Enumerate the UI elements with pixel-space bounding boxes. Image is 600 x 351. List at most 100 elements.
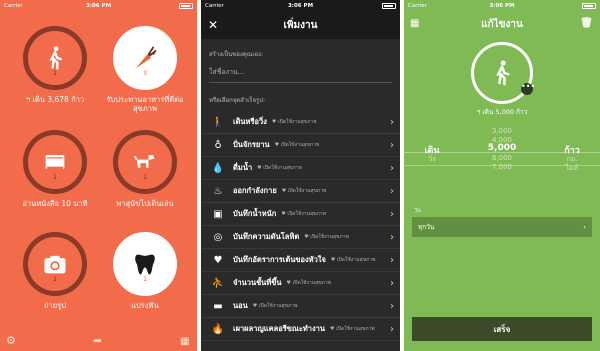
chevron-right-icon: › xyxy=(390,231,394,243)
choose-preset-hint: หรือเลือกจุดสำเร็จรูป: xyxy=(209,97,266,104)
task-name-input[interactable]: ใส่ชื่องาน... xyxy=(209,65,392,83)
picker-unit-column[interactable]: ก้าว กม. ไมล์ xyxy=(552,127,592,172)
calendar-icon[interactable]: ▦ xyxy=(180,336,189,347)
habit-label: ฯ เดิน 3,678 ก้าว xyxy=(25,95,85,104)
dog-icon xyxy=(133,155,155,168)
flame-icon: ♨ xyxy=(213,185,223,197)
calendar-icon[interactable]: ▦ xyxy=(410,18,419,29)
list-item[interactable]: ◎ บันทึกความดันโลหิต ♥ เปิดใช้งานสุขภาพ … xyxy=(201,226,400,249)
walking-icon xyxy=(496,60,510,86)
picker-option[interactable]: 3,000 xyxy=(482,127,522,136)
picker-amount-column[interactable]: 3,000 4,000 5,000 6,000 7,000 xyxy=(482,127,522,172)
list-item-subtitle: ♥ เปิดใช้งานสุขภาพ xyxy=(330,326,375,332)
habit-label: แปรงฟัน xyxy=(131,301,159,310)
schedule-label: วัน xyxy=(414,208,421,214)
done-button[interactable]: เสร็จ xyxy=(412,317,592,341)
chevron-right-icon: › xyxy=(390,116,394,128)
habit-progress-ring[interactable]: 1 xyxy=(23,26,87,90)
habit-progress-ring[interactable]: 1 xyxy=(113,130,177,194)
scale-icon: ▣ xyxy=(213,208,223,220)
water-drop-icon: 💧 xyxy=(211,162,225,174)
habit-count: 1 xyxy=(53,174,57,181)
list-item-title: นอน xyxy=(233,301,248,310)
list-item-title: บันทึกอัตราการเต้นของหัวใจ xyxy=(233,255,326,264)
list-item-subtitle: ♥ เปิดใช้งานสุขภาพ xyxy=(271,119,317,125)
picker-option[interactable]: วิ่ง xyxy=(412,154,452,163)
task-icon-ring[interactable]: ••• xyxy=(471,42,535,104)
habit-label: อ่านหนังสือ 10 นาที xyxy=(22,199,88,208)
list-item[interactable]: ♨ ออกกำลังกาย ♥ เปิดใช้งานสุขภาพ › xyxy=(201,180,400,203)
picker-option[interactable] xyxy=(412,163,452,172)
list-item[interactable]: ⛹ จำนวนชั้นที่ขึ้น ♥ เปิดใช้งานสุขภาพ › xyxy=(201,272,400,295)
habit-photo[interactable]: 1 ถ่ายรูป xyxy=(10,232,100,310)
habit-count: 1 xyxy=(143,276,147,283)
habit-label: รับประทานอาหารที่ดีต่อสุขภาพ xyxy=(106,95,184,113)
list-item-subtitle: ♥ เปิดใช้งานสุขภาพ xyxy=(330,257,376,263)
habit-progress-ring[interactable]: 3 xyxy=(113,26,177,90)
habit-overview-screen: Carrier 3:06 PM 1 ฯ เดิน 3,678 ก้าว 3 รั… xyxy=(0,0,197,351)
nav-bar: ✕ เพิ่มงาน xyxy=(201,11,400,39)
page-title: เพิ่มงาน xyxy=(283,19,318,31)
list-item[interactable]: 💧 ดื่มน้ำ ♥ เปิดใช้งานสุขภาพ › xyxy=(201,157,400,180)
more-options-icon[interactable]: ••• xyxy=(521,83,535,95)
list-item-subtitle: ♥ เปิดใช้งานสุขภาพ xyxy=(304,234,349,240)
list-item[interactable]: ♁ ปั่นจักรยาน ♥ เปิดใช้งานสุขภาพ › xyxy=(201,134,400,157)
list-item-title: เดินหรือวิ่ง xyxy=(233,117,267,126)
list-item-subtitle: ♥ เปิดใช้งานสุขภาพ xyxy=(281,211,326,217)
habit-walking[interactable]: 1 ฯ เดิน 3,678 ก้าว xyxy=(10,26,100,104)
habit-progress-ring[interactable]: 1 xyxy=(23,130,87,194)
habit-reading[interactable]: 1 อ่านหนังสือ 10 นาที xyxy=(10,130,100,208)
goal-picker[interactable]: เดิน วิ่ง 3,000 4,000 5,000 6,000 7,000 … xyxy=(404,127,600,193)
battery-icon xyxy=(382,2,396,9)
status-time: 3:06 PM xyxy=(489,2,515,9)
picker-selected-option[interactable]: เดิน xyxy=(412,143,452,156)
list-item[interactable]: 🚶 เดินหรือวิ่ง ♥ เปิดใช้งานสุขภาพ › xyxy=(201,111,400,134)
chevron-right-icon: › xyxy=(390,277,394,289)
habit-progress-ring[interactable]: 1 xyxy=(23,232,87,296)
close-icon[interactable]: ✕ xyxy=(208,18,218,32)
share-icon[interactable]: ➦ xyxy=(93,334,102,347)
picker-option[interactable]: 7,000 xyxy=(482,163,522,172)
habit-count: 3 xyxy=(143,70,147,77)
list-item-subtitle: ♥ เปิดใช้งานสุขภาพ xyxy=(257,165,302,171)
schedule-selector[interactable]: ทุกวัน › xyxy=(412,217,592,237)
picker-selected-option[interactable]: ก้าว xyxy=(552,143,592,156)
goal-summary: ฯ เดิน 5,000 ก้าว xyxy=(476,108,528,116)
habit-count: 1 xyxy=(53,276,57,283)
habit-count: 1 xyxy=(53,70,57,77)
list-item-subtitle: ♥ เปิดใช้งานสุขภาพ xyxy=(252,303,298,309)
chevron-right-icon: › xyxy=(390,208,394,220)
list-item[interactable]: ▣ บันทึกน้ำหนัก ♥ เปิดใช้งานสุขภาพ › xyxy=(201,203,400,226)
chevron-right-icon: › xyxy=(583,223,586,231)
schedule-value: ทุกวัน xyxy=(418,223,435,231)
chevron-right-icon: › xyxy=(390,162,394,174)
list-item[interactable]: ♥ บันทึกอัตราการเต้นของหัวใจ ♥ เปิดใช้งา… xyxy=(201,249,400,272)
picker-option[interactable]: กม. xyxy=(552,154,592,163)
list-item[interactable]: 🔥 เผาผลาญแคลอรีขณะทำงาน ♥ เปิดใช้งานสุขภ… xyxy=(201,318,400,341)
list-item-subtitle: ♥ เปิดใช้งานสุขภาพ xyxy=(281,188,327,194)
trash-icon[interactable]: 🗑 xyxy=(580,18,593,29)
habit-label: ถ่ายรูป xyxy=(44,301,66,310)
tooth-icon xyxy=(135,254,155,275)
picker-option[interactable] xyxy=(412,127,452,136)
list-item-title: จำนวนชั้นที่ขึ้น xyxy=(233,278,282,287)
bottom-toolbar: ⚙ ➦ ▦ xyxy=(0,333,197,347)
walk-icon: 🚶 xyxy=(211,116,225,128)
carrot-icon xyxy=(135,46,157,69)
picker-option[interactable]: ไมล์ xyxy=(552,163,592,172)
picker-option[interactable]: 6,000 xyxy=(482,154,522,163)
status-bar: Carrier 3:06 PM xyxy=(0,0,197,11)
picker-option[interactable] xyxy=(552,127,592,136)
habit-progress-ring[interactable]: 1 xyxy=(113,232,177,296)
habit-brush-teeth[interactable]: 1 แปรงฟัน xyxy=(100,232,190,310)
list-item-title: ดื่มน้ำ xyxy=(233,163,253,172)
habit-dog-walk[interactable]: 1 พาสุนัขไปเดินเล่น xyxy=(100,130,190,208)
habit-healthy-food[interactable]: 3 รับประทานอาหารที่ดีต่อสุขภาพ xyxy=(100,26,190,113)
battery-icon xyxy=(582,2,596,9)
picker-selected-option[interactable]: 5,000 xyxy=(482,143,522,154)
picker-activity-column[interactable]: เดิน วิ่ง xyxy=(412,127,452,172)
list-item-subtitle: ♥ เปิดใช้งานสุขภาพ xyxy=(274,142,320,148)
gear-icon[interactable]: ⚙ xyxy=(6,334,16,347)
walking-icon xyxy=(49,46,62,70)
list-item[interactable]: ▬ นอน ♥ เปิดใช้งานสุขภาพ › xyxy=(201,295,400,318)
